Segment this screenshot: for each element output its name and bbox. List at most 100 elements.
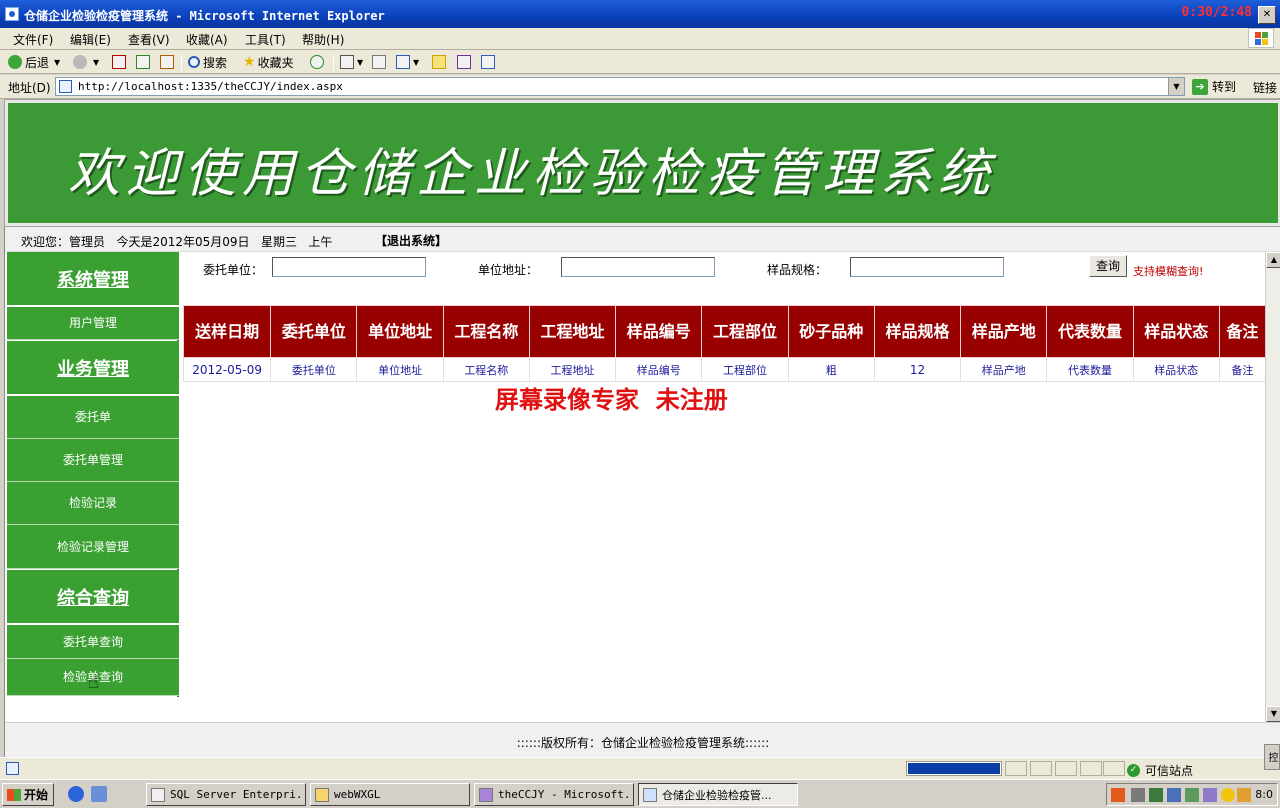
- network-icon[interactable]: [1167, 788, 1181, 802]
- messenger-button[interactable]: [457, 53, 471, 71]
- desktop-quicklaunch-icon[interactable]: [91, 786, 107, 802]
- mail-icon: [340, 55, 354, 69]
- logout-link[interactable]: 【退出系统】: [375, 232, 447, 249]
- go-arrow-icon: ➔: [1192, 78, 1208, 95]
- volume-icon[interactable]: [1237, 788, 1251, 802]
- sidebar-item-order-management[interactable]: 委托单管理: [7, 439, 179, 482]
- menu-help[interactable]: 帮助(H): [302, 31, 344, 48]
- table-cell: 工程名称: [442, 357, 530, 382]
- windows-flag-icon: [7, 788, 21, 801]
- ie-icon: [5, 7, 19, 21]
- vertical-scrollbar[interactable]: ▲ ▼: [1265, 252, 1280, 722]
- sidebar-section-business[interactable]: 业务管理: [7, 341, 179, 396]
- tray-app-icon[interactable]: [1149, 788, 1163, 802]
- menu-view[interactable]: 查看(V): [128, 31, 170, 48]
- status-bar: ✓ 可信站点: [0, 757, 1280, 779]
- chevron-down-icon[interactable]: ▼: [413, 58, 419, 67]
- tray-app-icon[interactable]: [1185, 788, 1199, 802]
- sidebar-item-order-query[interactable]: 委托单查询: [7, 625, 179, 659]
- refresh-icon: [136, 55, 150, 69]
- security-zone[interactable]: ✓ 可信站点: [1127, 762, 1193, 779]
- discuss-button[interactable]: [432, 53, 446, 71]
- tray-app-icon[interactable]: [1131, 788, 1145, 802]
- address-input[interactable]: http://localhost:1335/theCCJY/index.aspx…: [55, 77, 1185, 96]
- task-ie-active[interactable]: 仓储企业检验检疫管...: [638, 783, 798, 806]
- search-button[interactable]: 搜索: [188, 53, 227, 71]
- table-cell: 代表数量: [1046, 357, 1134, 382]
- recorder-control-tab[interactable]: 控: [1264, 744, 1280, 770]
- task-sql-server[interactable]: SQL Server Enterpri...: [146, 783, 306, 806]
- spec-input[interactable]: [850, 257, 1004, 277]
- refresh-button[interactable]: [136, 53, 150, 71]
- links-button[interactable]: 链接: [1253, 79, 1277, 96]
- tray-app-icon[interactable]: [1221, 788, 1235, 802]
- page-footer: ::::::版权所有：仓储企业检验检疫管理系统::::::: [5, 722, 1280, 757]
- address-input[interactable]: [561, 257, 715, 277]
- status-cell: [1103, 761, 1125, 776]
- menu-file[interactable]: 文件(F): [13, 31, 53, 48]
- start-button[interactable]: 开始: [2, 783, 54, 806]
- chevron-down-icon[interactable]: ▼: [54, 58, 60, 67]
- recording-timer: 0:30/2:48: [1181, 5, 1252, 20]
- scroll-down-icon[interactable]: ▼: [1266, 706, 1280, 722]
- section-title: 系统管理: [57, 270, 129, 291]
- go-button[interactable]: ➔ 转到: [1192, 78, 1236, 95]
- query-button[interactable]: 查询: [1089, 255, 1127, 277]
- task-visual-studio[interactable]: theCCJY - Microsoft...: [474, 783, 634, 806]
- menu-tools[interactable]: 工具(T): [245, 31, 286, 48]
- task-webwxgl[interactable]: webWXGL: [310, 783, 470, 806]
- task-label: theCCJY - Microsoft...: [498, 788, 634, 801]
- table-header-row: 送样日期 委托单位 单位地址 工程名称 工程地址 样品编号 工程部位 砂子品种 …: [182, 305, 1267, 358]
- print-icon: [372, 55, 386, 69]
- chevron-down-icon[interactable]: ▼: [1168, 78, 1184, 95]
- scroll-up-icon[interactable]: ▲: [1266, 252, 1280, 268]
- table-row[interactable]: 2012-05-09 委托单位 单位地址 工程名称 工程地址 样品编号 工程部位…: [182, 357, 1267, 382]
- web-page: 欢迎使用仓储企业检验检疫管理系统 欢迎您：管理员 今天是2012年05月09日 …: [4, 99, 1280, 757]
- table-cell: 单位地址: [356, 357, 444, 382]
- toolbar-separator: [333, 54, 334, 71]
- stop-icon: [112, 55, 126, 69]
- column-header: 送样日期: [182, 305, 272, 358]
- ie-quicklaunch-icon[interactable]: [68, 786, 84, 802]
- print-button[interactable]: [372, 53, 386, 71]
- windows-logo-icon: [1248, 28, 1274, 48]
- messenger-icon: [457, 55, 471, 69]
- banner-title: 欢迎使用仓储企业检验检疫管理系统: [68, 144, 997, 204]
- home-icon: [160, 55, 174, 69]
- table-cell: 样品状态: [1132, 357, 1220, 382]
- window-title-bar[interactable]: 仓储企业检验检疫管理系统 - Microsoft Internet Explor…: [0, 0, 1280, 30]
- menu-favorites[interactable]: 收藏(A): [186, 31, 228, 48]
- client-input[interactable]: [272, 257, 426, 277]
- chevron-down-icon[interactable]: ▼: [357, 58, 363, 67]
- home-button[interactable]: [160, 53, 174, 71]
- sidebar-item-inspection-record[interactable]: 检验记录: [7, 482, 179, 525]
- menu-edit[interactable]: 编辑(E): [70, 31, 111, 48]
- sidebar-section-system[interactable]: 系统管理: [7, 252, 179, 307]
- chevron-down-icon[interactable]: ▼: [93, 58, 99, 67]
- edit-button[interactable]: ▼: [396, 53, 419, 71]
- back-button[interactable]: 后退 ▼: [8, 53, 60, 71]
- mail-button[interactable]: ▼: [340, 53, 363, 71]
- close-icon[interactable]: ✕: [1258, 6, 1276, 24]
- page-icon: [6, 762, 19, 775]
- progress-fill: [908, 763, 1001, 774]
- sidebar-item-user-management[interactable]: 用户管理: [7, 307, 179, 340]
- clock[interactable]: 8:0: [1255, 788, 1273, 801]
- input-method-icon[interactable]: [1111, 788, 1125, 802]
- tray-app-icon[interactable]: [1203, 788, 1217, 802]
- column-header: 单位地址: [356, 305, 444, 358]
- research-button[interactable]: [481, 53, 495, 71]
- stop-button[interactable]: [112, 53, 126, 71]
- column-header: 备注: [1218, 305, 1267, 358]
- forward-button[interactable]: ▼: [73, 53, 99, 71]
- sidebar-section-query[interactable]: 综合查询: [7, 570, 179, 625]
- toolbar-separator: [181, 54, 182, 71]
- hand-cursor-icon: ☝: [88, 672, 99, 693]
- table-cell: 委托单位: [270, 357, 358, 382]
- history-button[interactable]: [310, 53, 324, 71]
- sidebar-item-order[interactable]: 委托单: [7, 396, 179, 439]
- address-url[interactable]: http://localhost:1335/theCCJY/index.aspx: [78, 80, 343, 93]
- task-label: SQL Server Enterpri...: [170, 788, 306, 801]
- sidebar-item-inspection-management[interactable]: 检验记录管理: [7, 525, 179, 569]
- favorites-button[interactable]: ★ 收藏夹: [243, 53, 294, 71]
